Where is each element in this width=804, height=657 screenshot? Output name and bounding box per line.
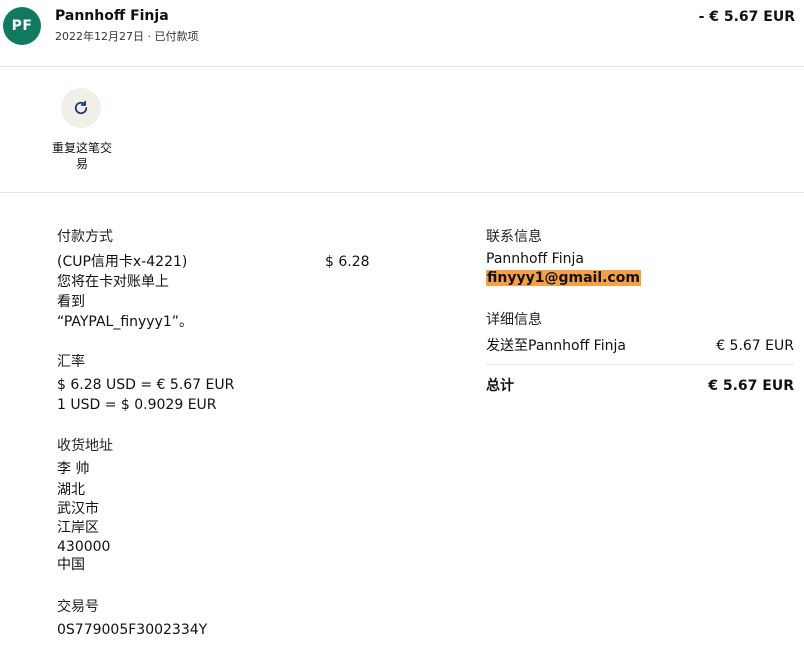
- exchange-rate-heading: 汇率: [57, 354, 85, 370]
- contact-email[interactable]: finyyy1@gmail.com: [486, 268, 641, 288]
- statement-note-line3: “PAYPAL_finyyy1”。: [57, 314, 194, 330]
- exchange-rate-line1: $ 6.28 USD = € 5.67 EUR: [57, 377, 235, 393]
- payment-card: (CUP信用卡x-4221): [57, 254, 188, 270]
- transaction-id-heading: 交易号: [57, 599, 99, 615]
- actions-divider: [0, 192, 804, 193]
- details-divider: [486, 364, 794, 365]
- transaction-date-status: 2022年12月27日 · 已付款项: [55, 30, 199, 43]
- shipping-postcode: 430000: [57, 539, 111, 555]
- shipping-province: 湖北: [57, 482, 85, 498]
- transaction-amount: - € 5.67 EUR: [698, 9, 795, 25]
- recipient-name: Pannhoff Finja: [55, 8, 169, 24]
- exchange-rate-line2: 1 USD = $ 0.9029 EUR: [57, 397, 217, 413]
- transaction-id[interactable]: 0S779005F3002334Y: [57, 620, 207, 640]
- avatar-initials: PF: [11, 18, 33, 34]
- statement-note-line1: 您将在卡对账单上: [57, 274, 169, 290]
- send-to-label: 发送至Pannhoff Finja: [486, 338, 626, 354]
- payment-method-heading: 付款方式: [57, 229, 113, 245]
- header-divider: [0, 66, 804, 67]
- details-heading: 详细信息: [486, 312, 542, 328]
- contact-name: Pannhoff Finja: [486, 251, 584, 267]
- refresh-icon: [74, 100, 88, 115]
- repeat-transaction-label[interactable]: 重复这笔交 易: [50, 140, 114, 172]
- total-amount: € 5.67 EUR: [708, 378, 794, 394]
- shipping-city: 武汉市: [57, 501, 99, 517]
- send-to-amount: € 5.67 EUR: [716, 338, 794, 354]
- contact-info-heading: 联系信息: [486, 229, 542, 245]
- statement-note-line2: 看到: [57, 294, 85, 310]
- avatar: PF: [3, 7, 41, 45]
- shipping-name: 李 帅: [57, 461, 90, 477]
- shipping-country: 中国: [57, 557, 85, 573]
- total-label: 总计: [486, 378, 514, 394]
- shipping-address-heading: 收货地址: [57, 438, 113, 454]
- shipping-district: 江岸区: [57, 520, 99, 536]
- repeat-transaction-button[interactable]: [61, 88, 101, 128]
- contact-email-text: finyyy1@gmail.com: [486, 270, 641, 286]
- payment-card-amount: $ 6.28: [325, 254, 370, 270]
